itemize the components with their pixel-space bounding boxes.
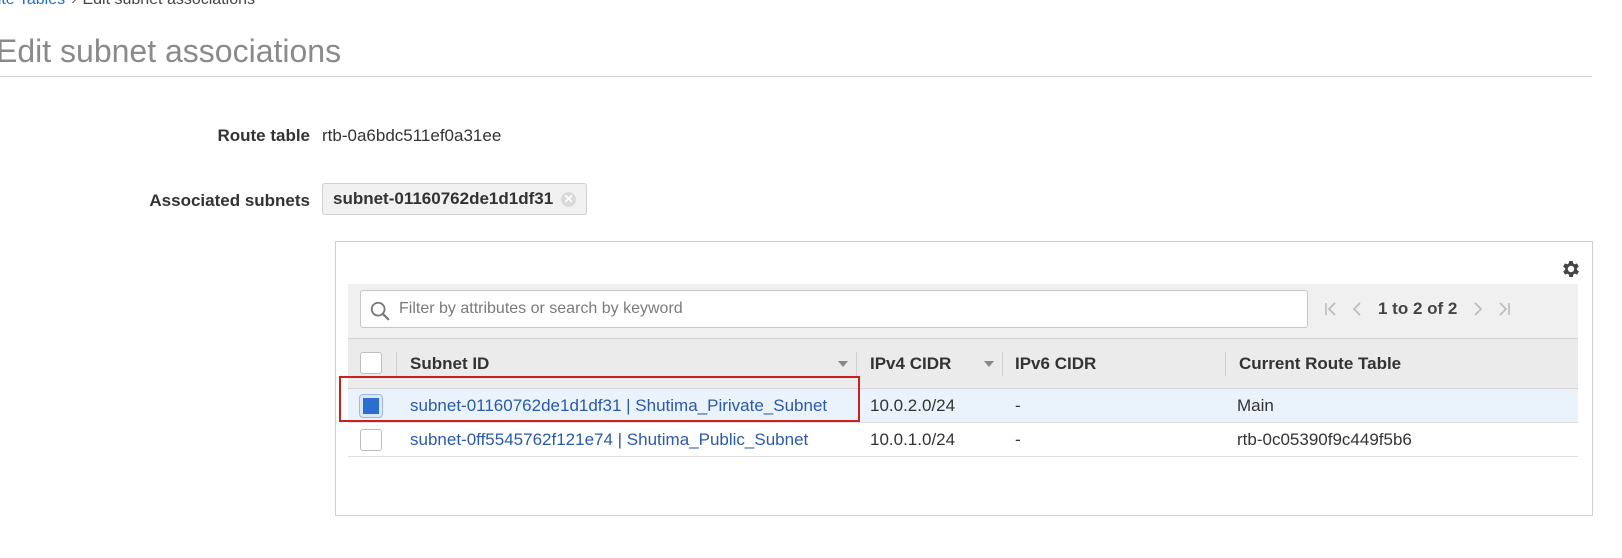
- row-checkbox[interactable]: [359, 394, 383, 418]
- breadcrumb-current: Edit subnet associations: [82, 0, 255, 8]
- route-table-label: Route table: [217, 126, 310, 145]
- table-header: Subnet ID IPv4 CIDR IPv6 CIDR Current Ro…: [348, 338, 1578, 389]
- associated-subnet-token-label: subnet-01160762de1d1df31: [333, 189, 554, 208]
- column-header-ipv4-cidr[interactable]: IPv4 CIDR: [870, 339, 951, 388]
- sort-ipv4-cidr-icon[interactable]: [984, 361, 994, 367]
- gear-icon[interactable]: [1560, 258, 1582, 280]
- column-divider: [1225, 352, 1226, 376]
- current-route-table-cell: Main: [1237, 395, 1274, 415]
- search-box: [360, 290, 1308, 328]
- first-page-icon[interactable]: [1318, 296, 1344, 322]
- subnet-id-link[interactable]: subnet-0ff5545762f121e74 | Shutima_Publi…: [410, 423, 808, 456]
- search-input[interactable]: [399, 291, 1289, 327]
- ipv4-cidr-cell: 10.0.1.0/24: [870, 429, 956, 449]
- column-divider: [1002, 352, 1003, 376]
- subnet-table-panel: 1 to 2 of 2 Subnet ID IPv4 CIDR IPv6 CID…: [335, 241, 1593, 516]
- column-divider: [856, 352, 857, 376]
- title-divider: [0, 76, 1592, 77]
- page-title: Edit subnet associations: [0, 33, 342, 69]
- associated-subnets-label: Associated subnets: [149, 191, 310, 210]
- last-page-icon[interactable]: [1491, 296, 1517, 322]
- ipv4-cidr-cell: 10.0.2.0/24: [870, 395, 956, 415]
- page-range: 1 to 2 of 2: [1378, 299, 1458, 318]
- column-header-subnet-id[interactable]: Subnet ID: [410, 339, 489, 388]
- next-page-icon[interactable]: [1465, 296, 1491, 322]
- column-header-current-route-table[interactable]: Current Route Table: [1239, 339, 1401, 388]
- prev-page-icon[interactable]: [1344, 296, 1370, 322]
- table-toolbar: 1 to 2 of 2: [348, 284, 1578, 338]
- breadcrumb-separator: ›: [71, 0, 76, 8]
- select-all-checkbox[interactable]: [360, 352, 382, 374]
- search-icon: [370, 301, 390, 321]
- column-divider: [396, 352, 397, 376]
- breadcrumb-route-tables-link[interactable]: Route Tables: [0, 0, 65, 8]
- ipv6-cidr-cell: -: [1015, 395, 1021, 415]
- route-table-value: rtb-0a6bdc511ef0a31ee: [322, 126, 502, 145]
- ipv6-cidr-cell: -: [1015, 429, 1021, 449]
- breadcrumb: Route Tables › Edit subnet associations: [0, 0, 255, 9]
- sort-subnet-id-icon[interactable]: [838, 361, 848, 367]
- current-route-table-cell: rtb-0c05390f9c449f5b6: [1237, 429, 1412, 449]
- table-row[interactable]: subnet-01160762de1d1df31 | Shutima_Piriv…: [348, 389, 1578, 423]
- column-header-ipv6-cidr[interactable]: IPv6 CIDR: [1015, 339, 1096, 388]
- subnet-id-link[interactable]: subnet-01160762de1d1df31 | Shutima_Piriv…: [410, 389, 827, 422]
- pagination: 1 to 2 of 2: [1318, 290, 1568, 328]
- remove-token-icon[interactable]: ✕: [561, 191, 577, 207]
- associated-subnet-token: subnet-01160762de1d1df31 ✕: [322, 183, 588, 215]
- table-row[interactable]: subnet-0ff5545762f121e74 | Shutima_Publi…: [348, 423, 1578, 457]
- row-checkbox[interactable]: [360, 429, 382, 451]
